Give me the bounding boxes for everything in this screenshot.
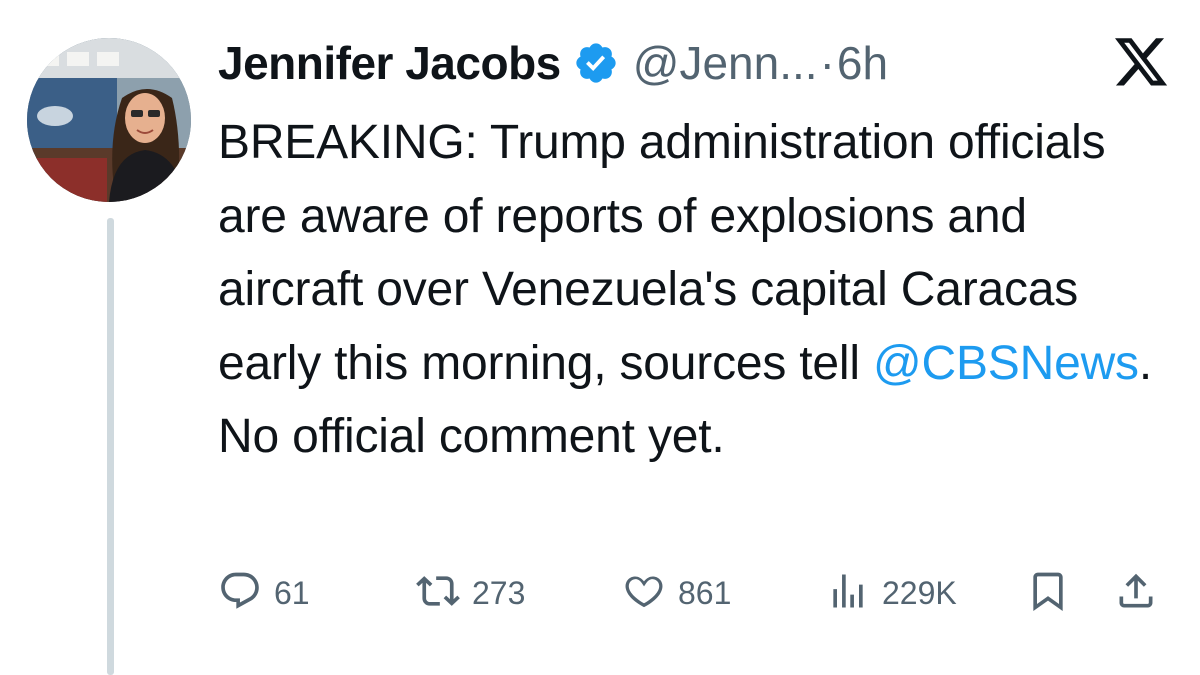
x-logo-icon — [1115, 38, 1169, 88]
reply-icon — [218, 569, 262, 618]
tweet-text: BREAKING: Trump administration officials… — [218, 106, 1183, 474]
header-separator: · — [819, 37, 835, 89]
avatar-photo — [27, 38, 191, 202]
tweet-time[interactable]: 6h — [837, 36, 888, 90]
reply-count: 61 — [274, 574, 310, 611]
bookmark-icon — [1026, 569, 1070, 618]
mention-link[interactable]: @CBSNews — [873, 337, 1139, 390]
repost-count: 273 — [472, 574, 526, 611]
views-count: 229K — [882, 574, 957, 611]
author-name[interactable]: Jennifer Jacobs — [218, 36, 561, 90]
share-icon — [1114, 569, 1158, 618]
views-button[interactable]: 229K — [826, 566, 957, 620]
thread-line — [107, 218, 114, 675]
verified-badge-icon — [573, 40, 619, 86]
bookmark-button[interactable] — [1026, 566, 1070, 620]
share-button[interactable] — [1114, 566, 1158, 620]
avatar[interactable] — [27, 38, 191, 202]
views-icon — [826, 569, 870, 618]
like-count: 861 — [678, 574, 732, 611]
action-bar: 61 273 861 229K — [218, 566, 1168, 620]
tweet-header: Jennifer Jacobs @Jenn... · 6h — [218, 30, 888, 96]
like-button[interactable]: 861 — [622, 566, 731, 620]
repost-icon — [416, 569, 460, 618]
reply-button[interactable]: 61 — [218, 566, 310, 620]
repost-button[interactable]: 273 — [416, 566, 525, 620]
author-handle[interactable]: @Jenn... — [633, 36, 818, 90]
heart-icon — [622, 569, 666, 618]
